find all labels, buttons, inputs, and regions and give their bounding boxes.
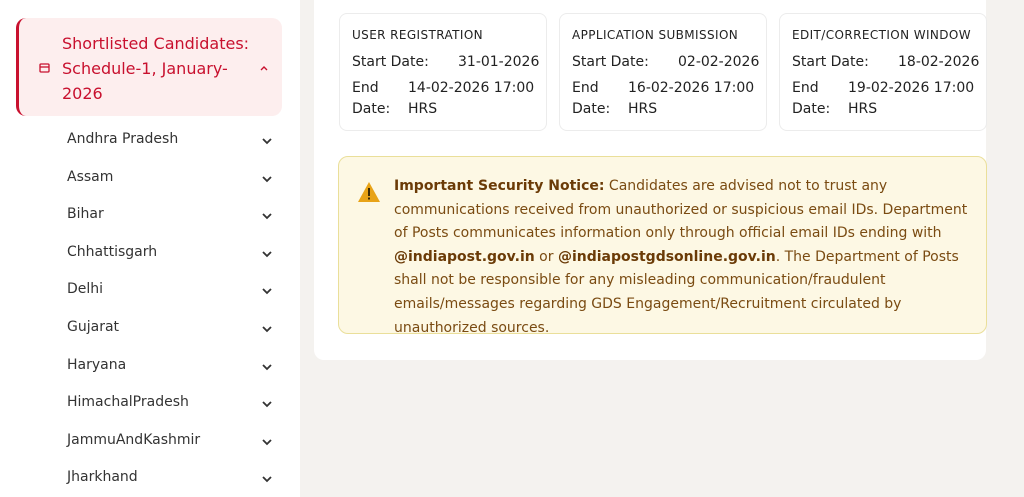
- sidebar-item-state[interactable]: Bihar: [0, 197, 300, 235]
- warning-icon: [358, 182, 380, 202]
- end-date-value: 14-02-2026 17:00 HRS: [408, 80, 535, 117]
- chevron-down-icon[interactable]: [261, 137, 273, 145]
- state-label: Assam: [67, 168, 114, 185]
- state-list: Andhra Pradesh Assam Bihar Chhattisgarh …: [0, 122, 300, 497]
- state-label: Chhattisgarh: [67, 243, 158, 260]
- sidebar: Shortlisted Candidates: Schedule-1, Janu…: [0, 0, 300, 497]
- sidebar-item-state[interactable]: Delhi: [0, 272, 300, 310]
- state-label: JammuAndKashmir: [67, 431, 201, 448]
- chevron-down-icon[interactable]: [261, 363, 273, 371]
- state-label: Delhi: [67, 281, 104, 298]
- start-date-value: 18-02-2026: [898, 54, 980, 70]
- security-notice: Important Security Notice: Candidates ar…: [338, 156, 987, 336]
- schedule-card-title: APPLICATION SUBMISSION: [572, 28, 739, 42]
- schedule-card-edit-window: EDIT/CORRECTION WINDOW Start Date: 18-02…: [779, 13, 987, 131]
- notice-or: or: [534, 248, 558, 265]
- email-domain-indiapost: @indiapost.gov.in: [394, 248, 535, 265]
- sidebar-item-state[interactable]: JammuAndKashmir: [0, 423, 300, 461]
- sidebar-item-state[interactable]: Jharkhand: [0, 460, 300, 497]
- start-date-label: Start Date:: [572, 54, 649, 70]
- start-date-label: Start Date:: [792, 54, 869, 70]
- start-date-value: 31-01-2026: [458, 54, 540, 70]
- end-date-value: 16-02-2026 17:00 HRS: [628, 80, 755, 117]
- sidebar-item-state[interactable]: Gujarat: [0, 310, 300, 348]
- chevron-down-icon[interactable]: [261, 212, 273, 220]
- end-date-label: End Date:: [352, 80, 391, 117]
- sidebar-item-shortlisted-candidates[interactable]: Shortlisted Candidates: Schedule-1, Janu…: [16, 18, 282, 116]
- schedule-card-title: USER REGISTRATION: [352, 28, 484, 42]
- sidebar-item-state[interactable]: Andhra Pradesh: [0, 122, 300, 160]
- sidebar-item-state[interactable]: Haryana: [0, 348, 300, 386]
- chevron-down-icon[interactable]: [261, 250, 273, 258]
- sidebar-item-state[interactable]: HimachalPradesh: [0, 385, 300, 423]
- schedule-card-registration: USER REGISTRATION Start Date: 31-01-2026…: [339, 13, 547, 131]
- start-date-value: 02-02-2026: [678, 54, 760, 70]
- end-date-value: 19-02-2026 17:00 HRS: [848, 80, 975, 117]
- state-label: Jharkhand: [67, 469, 138, 486]
- notice-heading: Important Security Notice:: [394, 178, 605, 194]
- chevron-down-icon[interactable]: [261, 400, 273, 408]
- chevron-down-icon[interactable]: [261, 438, 273, 446]
- chevron-down-icon[interactable]: [261, 287, 273, 295]
- state-label: HimachalPradesh: [67, 394, 189, 411]
- calendar-icon: [39, 63, 50, 73]
- start-date-label: Start Date:: [352, 54, 429, 70]
- notice-text: Important Security Notice: Candidates ar…: [394, 175, 974, 340]
- chevron-up-icon[interactable]: [259, 64, 269, 72]
- sidebar-item-state[interactable]: Assam: [0, 160, 300, 198]
- schedule-card-title: EDIT/CORRECTION WINDOW: [792, 28, 972, 42]
- chevron-down-icon[interactable]: [261, 175, 273, 183]
- end-date-label: End Date:: [792, 80, 831, 117]
- chevron-down-icon[interactable]: [261, 475, 273, 483]
- state-label: Andhra Pradesh: [67, 131, 179, 147]
- chevron-down-icon[interactable]: [261, 325, 273, 333]
- state-label: Bihar: [67, 206, 104, 223]
- state-label: Gujarat: [67, 318, 120, 335]
- schedule-card-submission: APPLICATION SUBMISSION Start Date: 02-02…: [559, 13, 767, 131]
- sidebar-item-label: Shortlisted Candidates: Schedule-1, Janu…: [62, 34, 250, 103]
- state-label: Haryana: [67, 356, 127, 373]
- end-date-label: End Date:: [572, 80, 611, 117]
- email-domain-gdsonline: @indiapostgdsonline.gov.in: [557, 248, 776, 265]
- sidebar-item-state[interactable]: Chhattisgarh: [0, 235, 300, 273]
